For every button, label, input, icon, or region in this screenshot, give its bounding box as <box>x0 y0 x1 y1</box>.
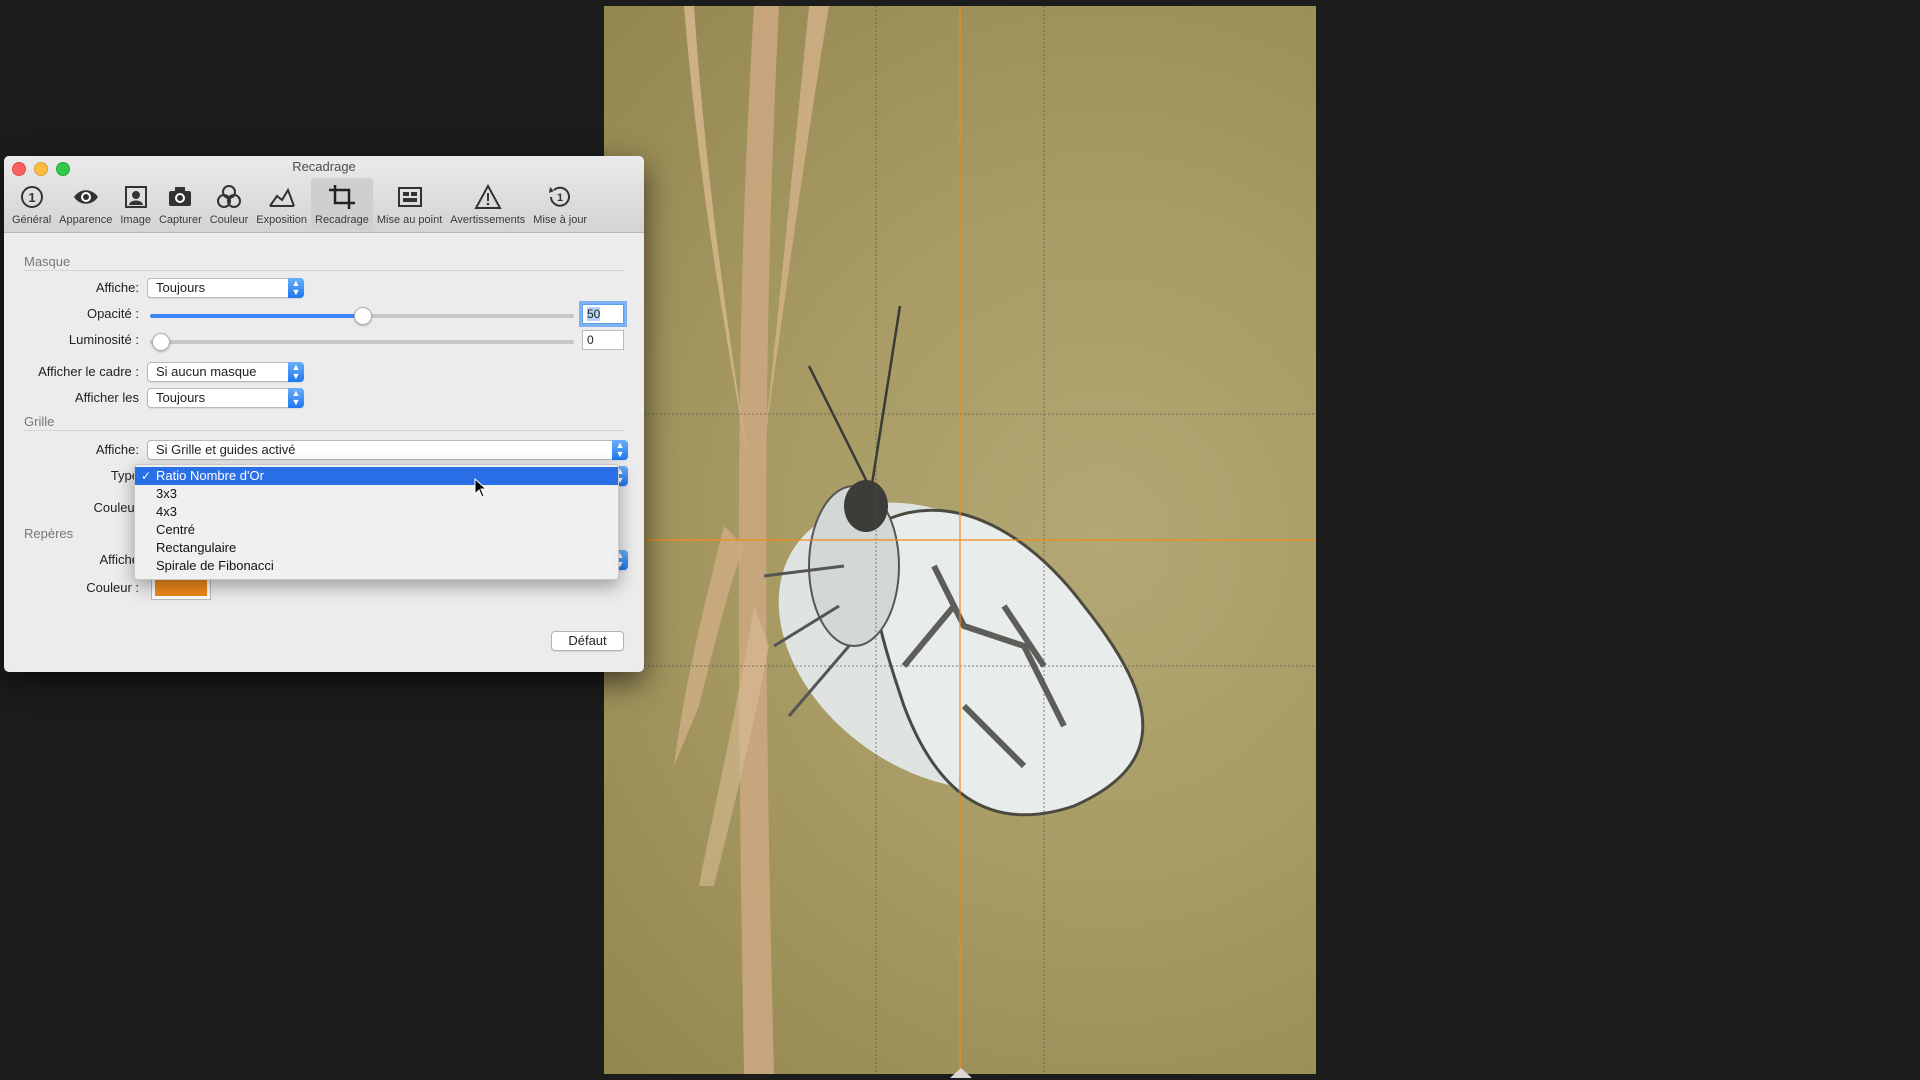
chevron-updown-icon: ▲ ▼ <box>612 440 628 460</box>
menu-item-ratio-nombre-dor[interactable]: ✓ Ratio Nombre d'Or <box>135 467 618 485</box>
menu-item-rectangulaire[interactable]: Rectangulaire <box>135 539 618 557</box>
camera-icon <box>169 187 192 206</box>
tab-exposition[interactable]: Exposition <box>252 178 311 230</box>
title-bar: Recadrage 1 Général Apparence Image Capt… <box>4 156 644 233</box>
afficher-cadre-select[interactable]: Si aucun masque ▲ ▼ <box>147 362 304 382</box>
tab-apparence[interactable]: Apparence <box>55 178 116 230</box>
warning-icon <box>474 184 502 209</box>
default-button[interactable]: Défaut <box>551 631 624 651</box>
grille-couleur-label: Couleur <box>93 500 139 515</box>
menu-item-3x3[interactable]: 3x3 <box>135 485 618 503</box>
color-swatch <box>155 580 207 596</box>
reperes-affiche-label: Affiche <box>99 552 139 567</box>
afficher-les-select[interactable]: Toujours ▲ ▼ <box>147 388 304 408</box>
opacite-field[interactable]: 50 <box>579 301 627 327</box>
chevron-updown-icon: ▲ ▼ <box>288 278 304 298</box>
exposure-icon <box>268 187 295 207</box>
chevron-updown-icon: ▲ ▼ <box>288 362 304 382</box>
section-grille: Grille <box>24 414 55 429</box>
focus-icon <box>397 187 422 207</box>
menu-item-spirale-fibonacci[interactable]: Spirale de Fibonacci <box>135 557 618 575</box>
luminosite-label: Luminosité : <box>68 332 139 347</box>
slider-knob[interactable] <box>354 307 372 325</box>
section-masque: Masque <box>24 254 71 269</box>
afficher-cadre-label: Afficher le cadre : <box>38 364 139 379</box>
afficher-les-label: Afficher les <box>74 390 139 405</box>
divider <box>24 430 624 431</box>
masque-affiche-select[interactable]: Toujours ▲ ▼ <box>147 278 304 298</box>
divider <box>24 270 624 271</box>
slider-knob[interactable] <box>152 333 170 351</box>
opacite-label: Opacité : <box>86 306 139 321</box>
eye-icon <box>73 190 98 204</box>
tab-mise-a-jour[interactable]: 1 Mise à jour <box>529 178 591 230</box>
general-icon: 1 <box>20 186 43 208</box>
menu-item-centre[interactable]: Centré <box>135 521 618 539</box>
mouse-pointer-icon <box>474 478 488 498</box>
color-circles-icon <box>217 185 241 208</box>
guide-handle-icon[interactable] <box>950 1068 972 1078</box>
tab-mise-au-point[interactable]: Mise au point <box>373 178 446 230</box>
opacite-slider[interactable] <box>150 307 574 325</box>
svg-text:1: 1 <box>557 192 563 204</box>
section-reperes: Repères <box>24 526 74 541</box>
portrait-image-icon <box>124 186 147 208</box>
reperes-couleur-label: Couleur : <box>86 580 139 595</box>
photo-canvas[interactable] <box>604 6 1316 1074</box>
slider-fill <box>150 314 362 318</box>
tab-avertissements[interactable]: Avertissements <box>446 178 529 230</box>
preferences-toolbar: 1 Général Apparence Image Capturer Coule… <box>8 178 591 230</box>
svg-text:1: 1 <box>28 190 35 205</box>
tab-capturer[interactable]: Capturer <box>155 178 206 230</box>
tab-general[interactable]: 1 Général <box>8 178 55 230</box>
grille-affiche-label: Affiche: <box>95 442 139 457</box>
crop-icon <box>328 185 355 209</box>
grille-type-label: Type <box>110 468 139 483</box>
grille-affiche-select[interactable]: Si Grille et guides activé ▲ ▼ <box>147 440 628 460</box>
preferences-window: Recadrage 1 Général Apparence Image Capt… <box>4 156 644 672</box>
luminosite-slider[interactable] <box>150 333 574 351</box>
tab-recadrage[interactable]: Recadrage <box>311 178 373 230</box>
checkmark-icon: ✓ <box>141 469 152 483</box>
chevron-updown-icon: ▲ ▼ <box>288 388 304 408</box>
type-dropdown-menu: ✓ Ratio Nombre d'Or 3x3 4x3 Centré Rectan… <box>134 464 619 580</box>
tab-couleur[interactable]: Couleur <box>206 178 253 230</box>
tab-image[interactable]: Image <box>116 178 155 230</box>
menu-item-4x3[interactable]: 4x3 <box>135 503 618 521</box>
luminosite-field[interactable]: 0 <box>582 330 624 350</box>
masque-affiche-label: Affiche: <box>95 280 139 295</box>
window-title: Recadrage <box>292 159 356 174</box>
update-icon: 1 <box>549 186 571 207</box>
